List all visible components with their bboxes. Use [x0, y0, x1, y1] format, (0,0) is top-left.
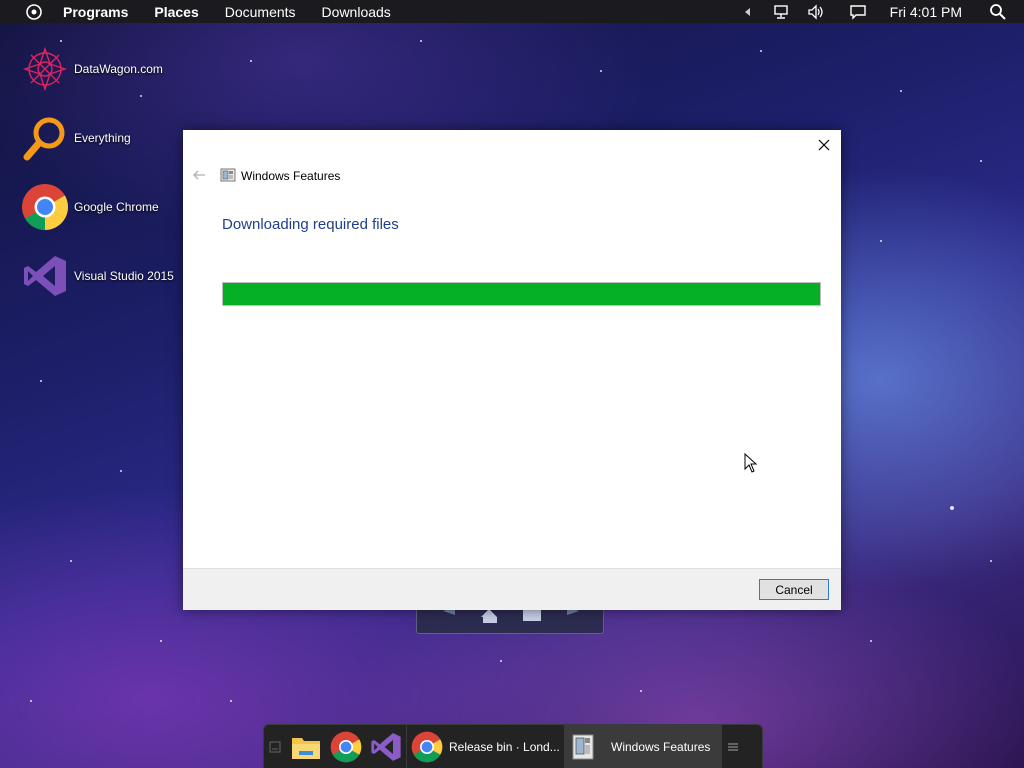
- file-explorer-icon: [292, 737, 320, 759]
- cancel-button[interactable]: Cancel: [759, 579, 829, 600]
- volume-icon[interactable]: [806, 2, 826, 22]
- network-icon[interactable]: [772, 2, 792, 22]
- search-icon[interactable]: [988, 2, 1008, 22]
- top-menubar: Programs Places Documents Downloads Fri …: [0, 0, 1024, 23]
- close-button[interactable]: [815, 136, 833, 154]
- taskbar-task-chrome-release[interactable]: Release bin · Lond...: [406, 724, 564, 768]
- tray-expand-icon[interactable]: [738, 2, 758, 22]
- home-icon: [481, 609, 497, 623]
- back-arrow-icon: [193, 170, 205, 180]
- desktop-icon-label: Visual Studio 2015: [74, 269, 174, 283]
- windows-features-dialog: Windows Features Downloading required fi…: [183, 130, 841, 610]
- chrome-icon: [411, 731, 443, 762]
- visual-studio-icon: [20, 251, 70, 301]
- everything-search-icon: [20, 113, 70, 163]
- dialog-footer: Cancel: [183, 568, 841, 610]
- menu-places[interactable]: Places: [154, 4, 198, 20]
- taskbar-task-windows-features[interactable]: Windows Features: [564, 724, 722, 768]
- download-progress-bar: [222, 282, 821, 306]
- datawagon-icon: [20, 44, 70, 94]
- desktop-icon-label: Google Chrome: [74, 200, 159, 214]
- desktop-icon-visual-studio[interactable]: Visual Studio 2015: [20, 251, 174, 301]
- status-heading: Downloading required files: [222, 216, 399, 233]
- taskbar-file-explorer[interactable]: [286, 725, 326, 768]
- task-label: Release bin · Lond...: [449, 739, 560, 754]
- windows-features-icon: [220, 167, 236, 183]
- desktop-icon-datawagon[interactable]: DataWagon.com: [20, 44, 163, 94]
- taskbar-menu-icon[interactable]: [722, 725, 744, 768]
- windows-features-icon: [572, 734, 594, 759]
- clock[interactable]: Fri 4:01 PM: [890, 4, 962, 20]
- chrome-icon: [330, 731, 362, 762]
- menu-programs[interactable]: Programs: [63, 4, 128, 20]
- desktop-icon-everything[interactable]: Everything: [20, 113, 131, 163]
- taskbar: Release bin · Lond... Windows Features: [263, 724, 763, 768]
- action-center-icon[interactable]: [848, 2, 868, 22]
- task-label: Windows Features: [611, 739, 711, 754]
- taskbar-visual-studio[interactable]: [366, 725, 406, 768]
- desktop-icon-label: Everything: [74, 131, 131, 145]
- desktop-icon-label: DataWagon.com: [74, 62, 163, 76]
- close-icon: [818, 139, 830, 151]
- taskbar-chrome[interactable]: [326, 725, 366, 768]
- progress-fill: [223, 283, 820, 305]
- chrome-icon: [20, 182, 70, 232]
- show-desktop-icon[interactable]: [264, 725, 286, 768]
- menu-downloads[interactable]: Downloads: [322, 4, 391, 20]
- menu-documents[interactable]: Documents: [225, 4, 296, 20]
- mouse-cursor-icon: [744, 452, 758, 473]
- visual-studio-icon: [371, 732, 401, 761]
- desktop-icon-chrome[interactable]: Google Chrome: [20, 182, 159, 232]
- back-button[interactable]: [192, 168, 206, 182]
- window-icon: [523, 609, 541, 621]
- system-menu-icon[interactable]: [23, 1, 45, 23]
- window-title: Windows Features: [241, 169, 341, 183]
